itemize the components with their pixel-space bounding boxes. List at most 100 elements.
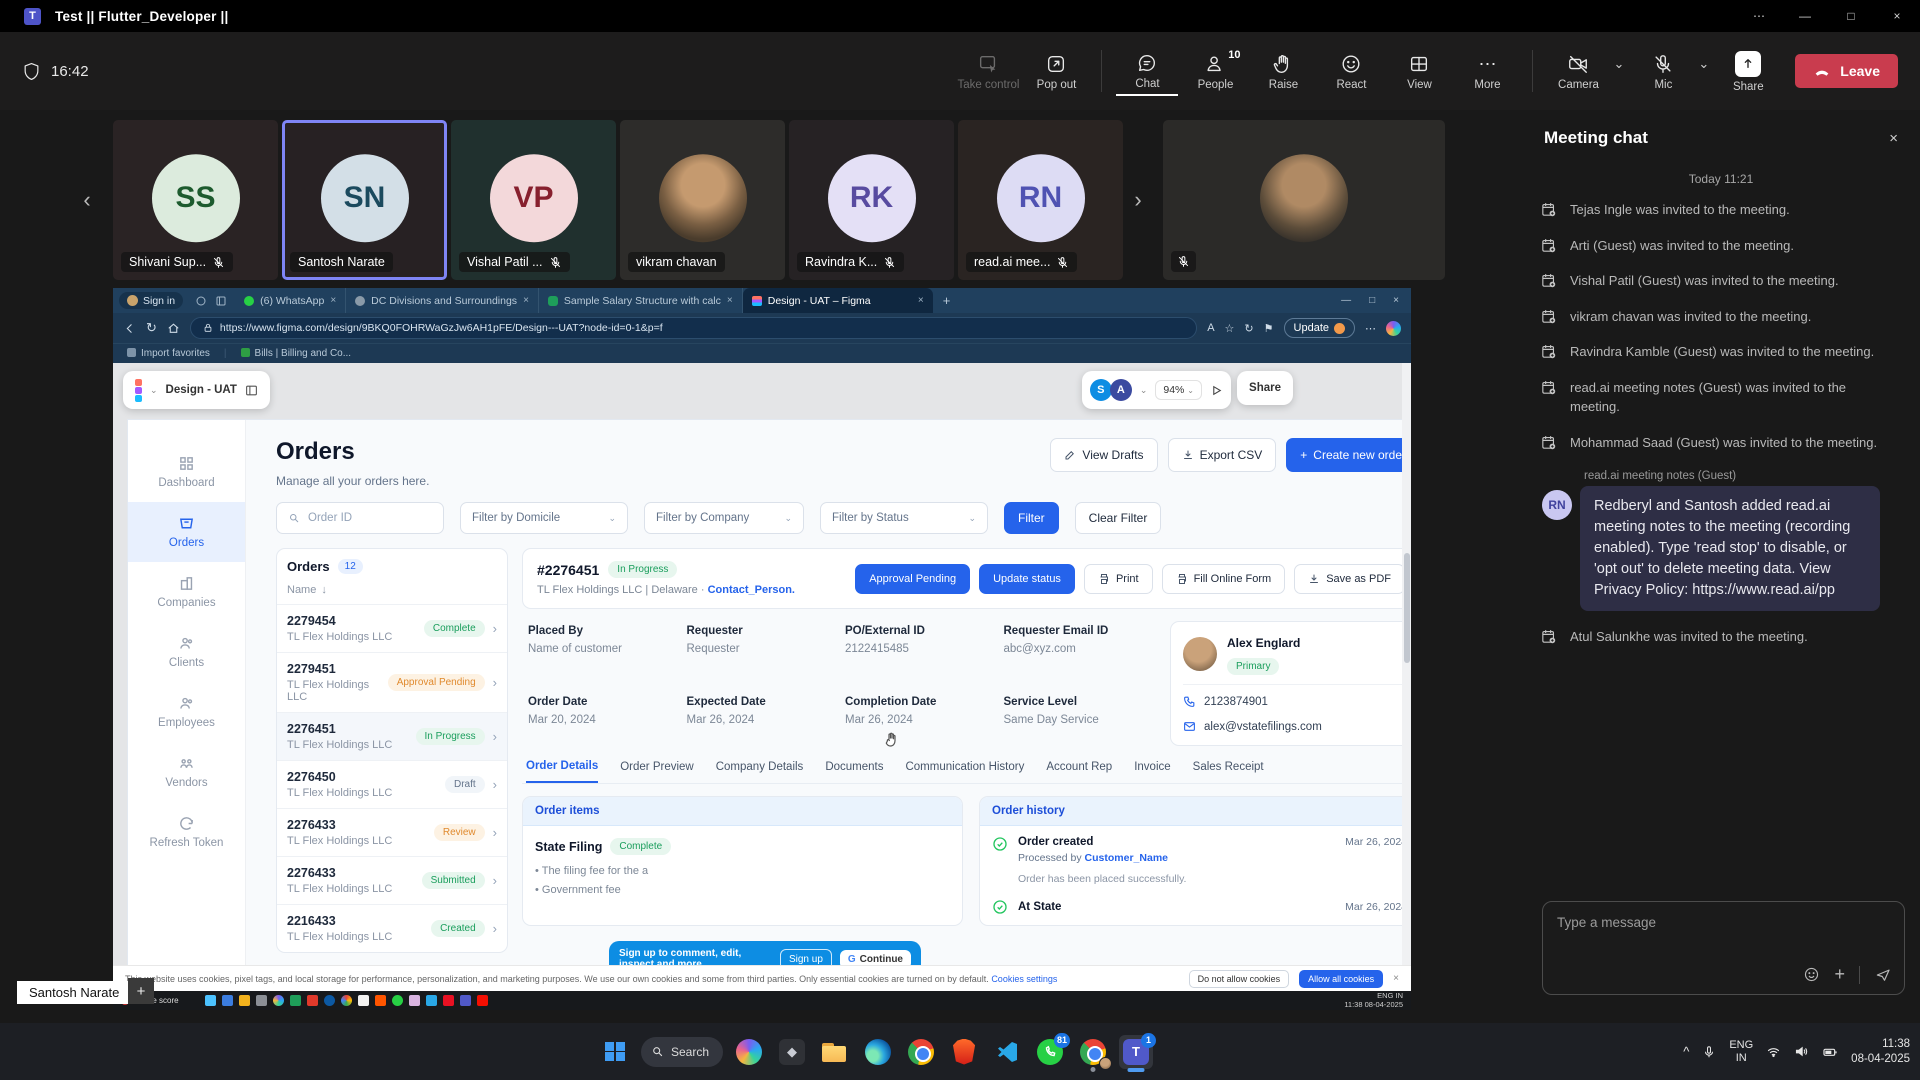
order-id-search-input[interactable]: Order ID [276,502,444,534]
zoom-level[interactable]: 94% ⌄ [1155,380,1202,400]
figma-toolbar-right[interactable]: S A ⌄ 94% ⌄ [1082,371,1231,409]
taskbar-app[interactable]: ◆ [775,1035,809,1069]
layout-panel-icon[interactable] [245,384,258,397]
figma-signup-button[interactable]: Sign up [780,949,832,966]
taskbar-chrome-profile[interactable] [1076,1035,1110,1069]
figma-share-button[interactable]: Share [1237,371,1293,405]
emoji-icon[interactable] [1803,966,1820,983]
order-row[interactable]: 2279451TL Flex Holdings LLC Approval Pen… [277,652,507,712]
allow-cookies-button[interactable]: Allow all cookies [1299,970,1383,988]
rewards-icon[interactable]: ↻ [1244,322,1253,335]
address-bar[interactable]: https://www.figma.com/design/9BKQ0FOHRWa… [190,317,1197,339]
browser-tab[interactable]: Sample Salary Structure with calc× [539,288,743,313]
language-indicator[interactable]: ENGIN [1729,1039,1753,1064]
read-aloud-icon[interactable]: A [1207,322,1214,334]
clear-filter-button[interactable]: Clear Filter [1075,502,1162,534]
chat-close-icon[interactable]: × [1889,130,1898,147]
volume-icon[interactable] [1794,1044,1809,1059]
window-maximize-button[interactable]: □ [1828,9,1874,23]
tab-sales-receipt[interactable]: Sales Receipt [1193,761,1264,782]
collections-icon[interactable]: ⚑ [1264,322,1274,335]
name-column-header[interactable]: Name [287,584,316,596]
sidebar-item-orders[interactable]: Orders [128,502,245,562]
filter-domicile-select[interactable]: Filter by Domicile⌄ [460,502,628,534]
view-button[interactable]: View [1388,47,1450,95]
window-more-icon[interactable]: ⋯ [1736,9,1782,23]
create-new-order-button[interactable]: +Create new order [1286,438,1411,472]
collaborator-avatar[interactable]: A [1110,379,1132,401]
bookmark-import[interactable]: Import favorites [127,348,210,359]
update-status-button[interactable]: Update status [979,564,1075,594]
browser-more-icon[interactable]: ⋯ [1365,322,1376,335]
pop-out-button[interactable]: Pop out [1025,47,1087,95]
tray-expand-icon[interactable]: ^ [1683,1044,1689,1059]
taskbar-teams[interactable]: T 1 [1119,1035,1153,1069]
filter-status-select[interactable]: Filter by Status⌄ [820,502,988,534]
present-icon[interactable] [1210,384,1223,397]
browser-scrollbar[interactable] [1402,363,1411,965]
browser-tab-active[interactable]: Design - UAT – Figma× [743,288,933,313]
taskbar-edge[interactable] [861,1035,895,1069]
collaborator-avatar[interactable]: S [1090,379,1112,401]
copilot-icon[interactable] [1386,321,1401,336]
camera-options-chevron-icon[interactable]: ⌄ [1613,56,1624,72]
battery-icon[interactable] [1822,1044,1838,1060]
tab-actions-icon[interactable] [215,295,227,307]
window-close-button[interactable]: × [1874,9,1920,23]
order-row-selected[interactable]: 2276451TL Flex Holdings LLC In Progress … [277,712,507,760]
cookie-close-icon[interactable]: × [1393,973,1399,984]
video-tile[interactable]: RN read.ai mee... [958,120,1123,280]
order-row[interactable]: 2216433TL Flex Holdings LLC Created › [277,904,507,952]
share-button[interactable]: Share [1717,45,1779,97]
sidebar-item-employees[interactable]: Employees [128,682,245,742]
taskbar-file-explorer[interactable] [818,1035,852,1069]
order-row[interactable]: 2276433TL Flex Holdings LLC Submitted › [277,856,507,904]
figma-menu-chevron-icon[interactable]: ⌄ [150,385,158,396]
order-row[interactable]: 2276450TL Flex Holdings LLC Draft › [277,760,507,808]
contact-email[interactable]: alex@vstatefilings.com [1204,721,1322,733]
sidebar-item-companies[interactable]: Companies [128,562,245,622]
video-tile-spotlight[interactable] [1163,120,1445,280]
tab-order-preview[interactable]: Order Preview [620,761,694,782]
view-drafts-button[interactable]: View Drafts [1050,438,1157,472]
taskbar-copilot[interactable] [732,1035,766,1069]
approval-pending-button[interactable]: Approval Pending [855,564,970,594]
tab-close-icon[interactable]: × [330,295,336,306]
tab-account-rep[interactable]: Account Rep [1046,761,1112,782]
export-csv-button[interactable]: Export CSV [1168,438,1277,472]
contact-person-link[interactable]: Contact_Person. [708,584,795,596]
deny-cookies-button[interactable]: Do not allow cookies [1189,970,1290,988]
cookie-settings-link[interactable]: Cookies settings [991,974,1057,984]
sidebar-item-dashboard[interactable]: Dashboard [128,442,245,502]
tab-close-icon[interactable]: × [523,295,529,306]
window-minimize-button[interactable]: — [1782,9,1828,23]
sort-icon[interactable]: ↓ [321,584,327,596]
camera-button[interactable]: Camera [1547,47,1609,95]
google-continue-button[interactable]: GContinue [840,950,911,966]
tiles-scroll-right-icon[interactable]: › [1127,185,1149,215]
filter-button[interactable]: Filter [1004,502,1059,534]
browser-update-button[interactable]: Update [1284,318,1355,338]
chat-message-input[interactable]: Type a message + [1542,901,1905,995]
video-tile[interactable]: vikram chavan [620,120,785,280]
tab-close-icon[interactable]: × [918,295,924,306]
video-tile[interactable]: RK Ravindra K... [789,120,954,280]
contact-phone[interactable]: 2123874901 [1204,696,1268,708]
react-button[interactable]: React [1320,47,1382,95]
sidebar-item-clients[interactable]: Clients [128,622,245,682]
taskbar-search[interactable]: Search [641,1037,723,1067]
chat-button[interactable]: Chat [1116,46,1178,96]
send-icon[interactable] [1874,966,1892,984]
new-tab-icon[interactable]: + [943,293,951,308]
tab-company-details[interactable]: Company Details [716,761,804,782]
workspaces-icon[interactable] [195,295,207,307]
mic-button[interactable]: Mic [1632,47,1694,95]
mic-options-chevron-icon[interactable]: ⌄ [1698,56,1709,72]
tab-close-icon[interactable]: × [727,295,733,306]
start-button[interactable] [598,1035,632,1069]
wifi-icon[interactable] [1766,1044,1781,1059]
video-tile[interactable]: VP Vishal Patil ... [451,120,616,280]
video-tile[interactable]: SN Santosh Narate [282,120,447,280]
more-button[interactable]: ⋯ More [1456,47,1518,95]
taskbar-vscode[interactable] [990,1035,1024,1069]
